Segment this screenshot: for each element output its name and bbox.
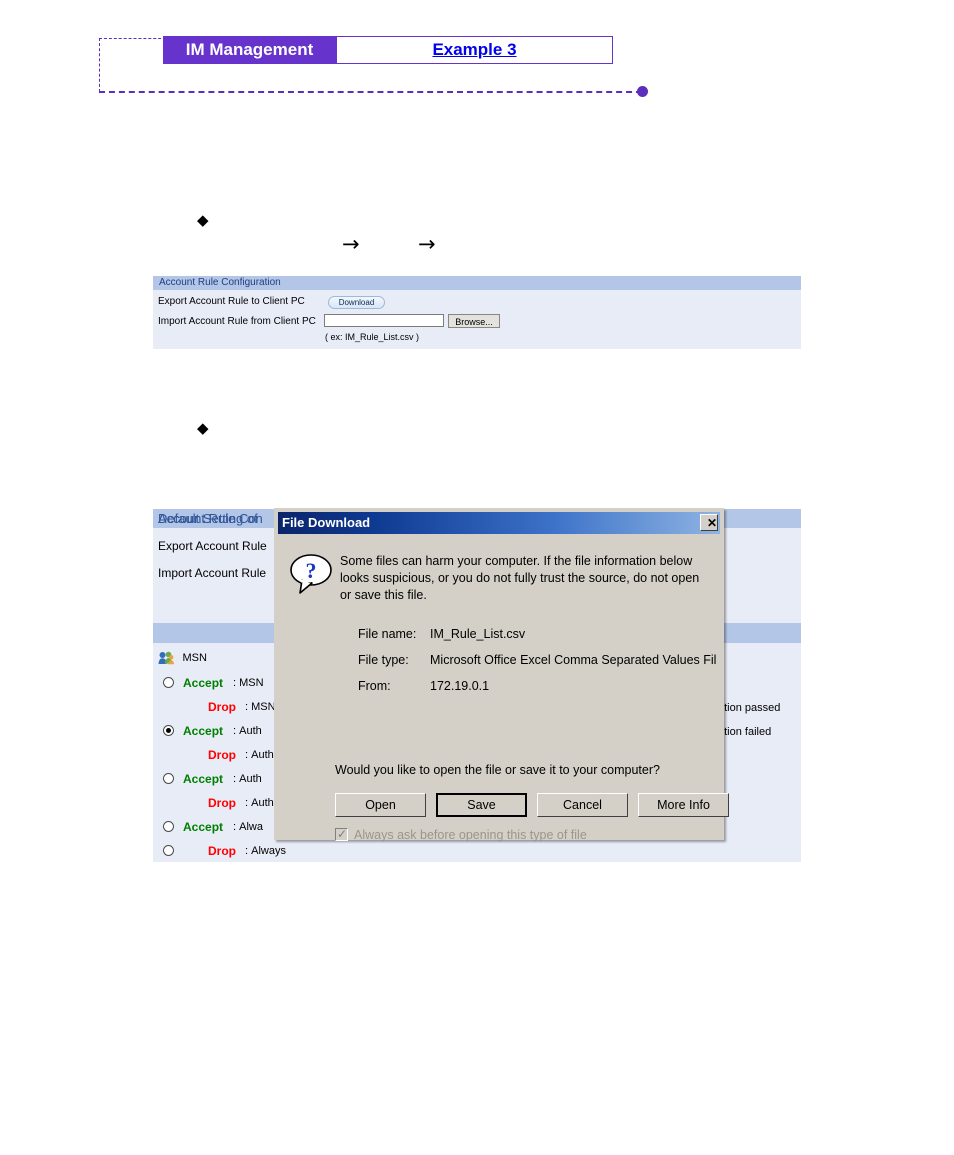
export-account-rule-label: Export Account Rule to Client PC xyxy=(158,296,305,307)
rule-verb: Drop xyxy=(208,748,236,762)
account-rule-configuration-panel: Account Rule Configuration Export Accoun… xyxy=(153,276,801,349)
file-name-label: File name: xyxy=(358,627,417,641)
file-name-value: IM_Rule_List.csv xyxy=(430,627,526,641)
page-title-tab: IM Management xyxy=(163,36,336,64)
panel-heading: Account Rule Configuration xyxy=(159,277,281,288)
rule-verb: Accept xyxy=(183,820,224,834)
rule-verb: Drop xyxy=(208,796,236,810)
header-dashed-bottom-border xyxy=(99,91,642,94)
checkbox-icon[interactable]: ✓ xyxy=(335,827,348,841)
save-button[interactable]: Save xyxy=(436,793,527,817)
panel2-heading-2: Default Setting of xyxy=(158,511,258,526)
page-header-band: IM Management Example 3 xyxy=(99,36,648,97)
file-type-label: File type: xyxy=(358,653,409,667)
bullet-diamond-2: ◆ xyxy=(197,420,209,437)
auth-failed-text: ation failed xyxy=(718,726,772,738)
header-dashed-top-border xyxy=(99,38,171,40)
rule-description: : Alwa xyxy=(233,821,263,833)
rule-radio[interactable] xyxy=(163,821,174,832)
rule-description: : Always xyxy=(245,845,286,857)
panel2-export-label: Export Account Rule xyxy=(158,539,267,553)
cancel-button[interactable]: Cancel xyxy=(537,793,628,817)
rule-radio-selected[interactable] xyxy=(163,725,174,736)
rule-description: : Auth xyxy=(245,749,274,761)
rule-verb: Accept xyxy=(183,772,224,786)
close-icon[interactable]: ✕ xyxy=(700,514,718,531)
msn-contacts-icon xyxy=(158,651,174,665)
header-dashed-left-border xyxy=(99,38,101,92)
file-type-value: Microsoft Office Excel Comma Separated V… xyxy=(430,653,717,667)
dialog-body: ? Some files can harm your computer. If … xyxy=(278,534,729,842)
svg-text:?: ? xyxy=(306,558,317,583)
import-file-input[interactable] xyxy=(324,314,444,327)
rule-radio[interactable] xyxy=(163,845,174,856)
auth-passed-text: ation passed xyxy=(718,702,781,714)
always-ask-label: Always ask before opening this type of f… xyxy=(354,828,587,842)
dialog-warning-text: Some files can harm your computer. If th… xyxy=(340,554,700,602)
more-info-button[interactable]: More Info xyxy=(638,793,729,817)
msn-service-label: MSN xyxy=(182,651,207,664)
rule-description: : MSN xyxy=(233,677,264,689)
example-tab: Example 3 xyxy=(336,36,613,64)
rule-verb: Drop xyxy=(208,844,236,858)
arrow-glyph-1: → xyxy=(342,232,360,256)
checkmark-icon: ✓ xyxy=(337,827,348,841)
msn-service-row: MSN xyxy=(158,649,207,665)
arrow-glyph-2: → xyxy=(418,232,436,256)
dialog-question-text: Would you like to open the file or save … xyxy=(335,763,660,777)
rule-radio[interactable] xyxy=(163,677,174,688)
rule-description: : MSN xyxy=(245,701,276,713)
question-bubble-icon: ? xyxy=(288,552,334,596)
rule-verb: Accept xyxy=(183,676,224,690)
rule-verb: Accept xyxy=(183,724,224,738)
rule-description: : Auth xyxy=(245,797,274,809)
panel2-import-label: Import Account Rule xyxy=(158,566,267,580)
dialog-title: File Download xyxy=(282,515,371,530)
example-tab-label: Example 3 xyxy=(432,40,517,59)
import-account-rule-label: Import Account Rule from Client PC xyxy=(158,316,316,327)
download-button[interactable]: Download xyxy=(328,296,385,309)
rule-description: : Auth xyxy=(233,725,262,737)
rule-radio[interactable] xyxy=(163,773,174,784)
file-download-dialog: File Download ✕ ? Some files can harm yo… xyxy=(274,508,729,842)
header-dot-marker xyxy=(637,86,648,97)
bullet-diamond-1: ◆ xyxy=(197,212,209,229)
rule-verb: Drop xyxy=(208,700,236,714)
rule-description: : Auth xyxy=(233,773,262,785)
from-value: 172.19.0.1 xyxy=(430,679,490,693)
import-example-note: ( ex: IM_Rule_List.csv ) xyxy=(325,332,420,342)
browse-button[interactable]: Browse... xyxy=(448,314,500,328)
open-button[interactable]: Open xyxy=(335,793,426,817)
dialog-titlebar[interactable]: File Download ✕ xyxy=(278,512,720,534)
from-label: From: xyxy=(358,679,391,693)
